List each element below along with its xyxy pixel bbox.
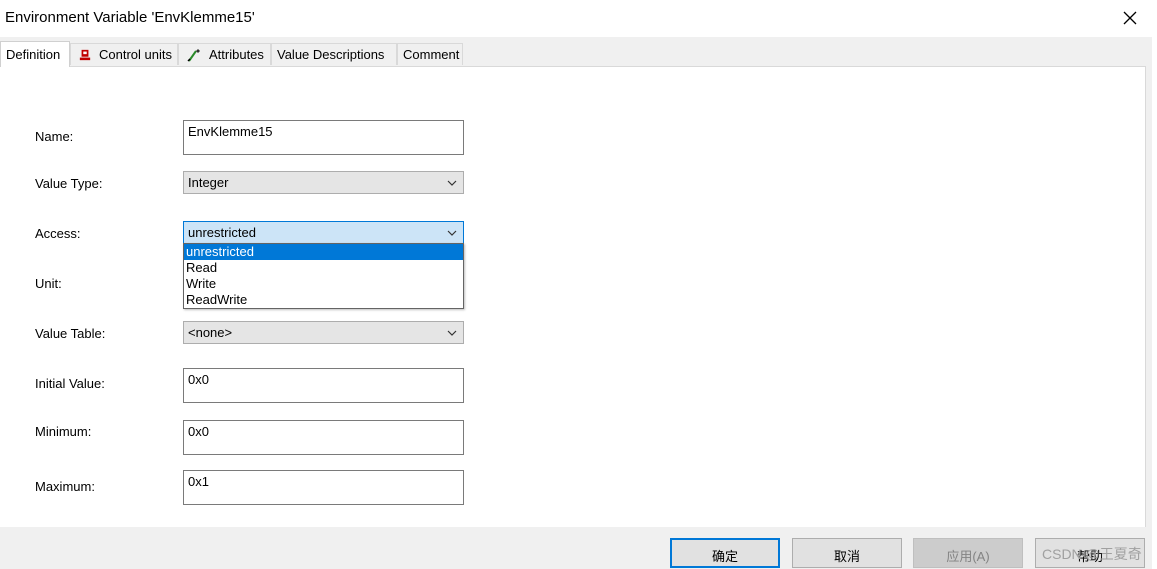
attributes-icon xyxy=(187,48,200,62)
unit-label: Unit: xyxy=(35,276,62,291)
access-value: unrestricted xyxy=(188,225,256,240)
chevron-down-icon xyxy=(447,230,457,236)
watermark: CSDN @王夏奇 xyxy=(1042,546,1142,562)
maximum-input[interactable]: 0x1 xyxy=(183,470,464,505)
title-bar: Environment Variable 'EnvKlemme15' xyxy=(0,0,1157,37)
dropdown-option[interactable]: Read xyxy=(184,260,463,276)
initial-value-input[interactable]: 0x0 xyxy=(183,368,464,403)
close-button[interactable] xyxy=(1114,4,1146,32)
initial-value-label: Initial Value: xyxy=(35,376,105,391)
tab-value-descriptions[interactable]: Value Descriptions xyxy=(271,43,397,65)
tab-comment[interactable]: Comment xyxy=(397,43,463,65)
value-table-select[interactable]: <none> xyxy=(183,321,464,344)
value-type-label: Value Type: xyxy=(35,176,103,191)
tab-attributes[interactable]: Attributes xyxy=(178,43,271,65)
dropdown-option[interactable]: Write xyxy=(184,276,463,292)
tab-label: Value Descriptions xyxy=(277,47,385,62)
tab-strip: Definition Control units Attributes Valu… xyxy=(0,41,1157,67)
name-input[interactable]: EnvKlemme15 xyxy=(183,120,464,155)
maximum-label: Maximum: xyxy=(35,479,95,494)
access-dropdown-list: unrestricted Read Write ReadWrite xyxy=(183,243,464,309)
window-edge xyxy=(1152,37,1157,569)
definition-panel xyxy=(0,66,1146,527)
minimum-label: Minimum: xyxy=(35,424,92,439)
window-title: Environment Variable 'EnvKlemme15' xyxy=(5,9,255,26)
tab-control-units[interactable]: Control units xyxy=(70,43,178,65)
value-table-label: Value Table: xyxy=(35,326,106,341)
tab-label: Attributes xyxy=(209,47,264,62)
access-select[interactable]: unrestricted xyxy=(183,221,464,244)
value-type-select[interactable]: Integer xyxy=(183,171,464,194)
ok-button[interactable]: 确定 xyxy=(670,538,780,568)
close-icon xyxy=(1123,11,1137,25)
chevron-down-icon xyxy=(447,180,457,186)
dropdown-option[interactable]: unrestricted xyxy=(184,244,463,260)
tab-label: Comment xyxy=(403,47,460,62)
value-table-value: <none> xyxy=(188,325,233,340)
tab-definition[interactable]: Definition xyxy=(0,41,70,67)
apply-button[interactable]: 应用(A) xyxy=(913,538,1023,568)
cancel-button[interactable]: 取消 xyxy=(792,538,902,568)
value-type-value: Integer xyxy=(188,175,229,190)
control-units-icon xyxy=(79,49,91,60)
dropdown-option[interactable]: ReadWrite xyxy=(184,292,463,308)
name-label: Name: xyxy=(35,129,74,144)
minimum-input[interactable]: 0x0 xyxy=(183,420,464,455)
tab-label: Definition xyxy=(6,47,61,62)
chevron-down-icon xyxy=(447,330,457,336)
access-label: Access: xyxy=(35,226,81,241)
tab-label: Control units xyxy=(99,47,172,62)
